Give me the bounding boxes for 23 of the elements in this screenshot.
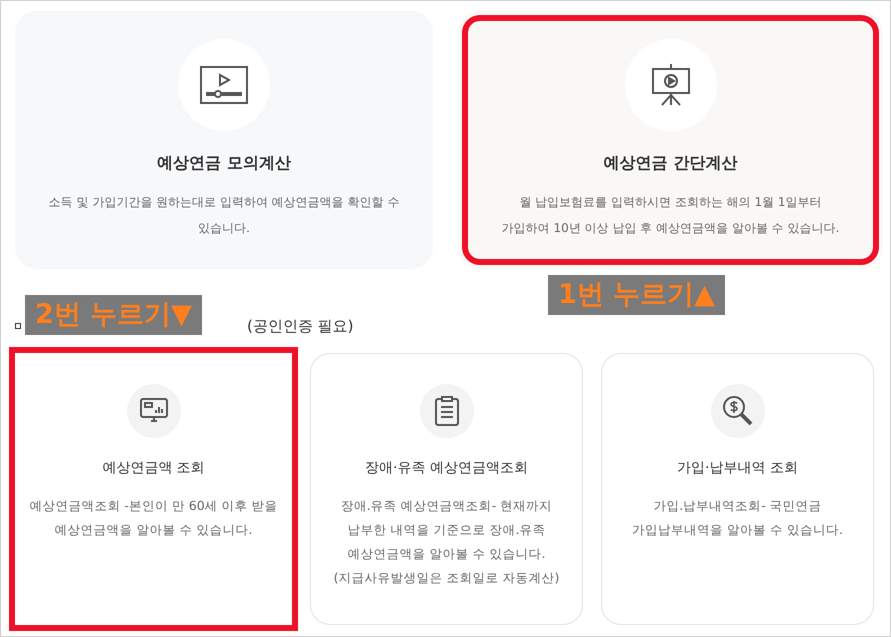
card-title: 장애·유족 예상연금액조회: [365, 459, 528, 478]
card-description: 장애.유족 예상연금액조회- 현재까지 납부한 내역을 기준으로 장애.유족 예상연금액을 알아볼 수 있습니다. (지급사유발생일은 조회일로 자동계산): [334, 497, 560, 587]
card-description: 예상연금액조회 -본인이 만 60세 이후 받을 예상연금액을 알아볼 수 있습니다.: [29, 497, 278, 539]
annotation-label: 2번 누르기▼: [25, 295, 202, 335]
dollar-magnifier-icon: [722, 395, 754, 427]
service-card[interactable]: 예상연금 간단계산 월 납입보험료를 입력하시면 조회하는 해의 1월 1일부터 가입하여 10년 이상 납입 후 예상연금액을 알아볼 수 있습니다.: [458, 11, 883, 269]
card-description: 소득 및 가입기간을 원하는대로 입력하여 예상연금액을 확인할 수 있습니다.: [48, 194, 400, 237]
clipboard-icon: [434, 396, 458, 426]
service-card[interactable]: 가입·납부내역 조회 가입.납부내역조회- 국민연금 가입납부내역을 알아볼 수 있습니다.: [601, 353, 874, 625]
card-description: 월 납입보험료를 입력하시면 조회하는 해의 1월 1일부터 가입하여 10년 이상 납입 후 예상연금액을 알아볼 수 있습니다.: [500, 194, 840, 237]
card-title: 가입·납부내역 조회: [677, 459, 798, 478]
card-title: 예상연금액 조회: [102, 459, 205, 478]
card-title: 예상연금 간단계산: [604, 152, 738, 174]
bullet-icon: [15, 323, 21, 330]
annotation-label: 1번 누르기▲: [548, 275, 725, 315]
presentation-board-icon: [650, 63, 692, 107]
video-player-icon: [200, 66, 248, 104]
section-heading: (공인인증 필요): [247, 316, 354, 337]
card-title: 예상연금 모의계산: [157, 152, 291, 174]
card-description: 가입.납부내역조회- 국민연금 가입납부내역을 알아볼 수 있습니다.: [632, 497, 843, 539]
service-card[interactable]: 예상연금 모의계산 소득 및 가입기간을 원하는대로 입력하여 예상연금액을 확인할 수 있습니다.: [15, 11, 433, 269]
service-card[interactable]: 장애·유족 예상연금액조회 장애.유족 예상연금액조회- 현재까지 납부한 내역을 기준으로 장애.유족 예상연금액을 알아볼 수 있습니다. (지급사유발생일은 조회일로 자동계산): [310, 353, 583, 625]
monitor-chart-icon: [140, 398, 168, 424]
